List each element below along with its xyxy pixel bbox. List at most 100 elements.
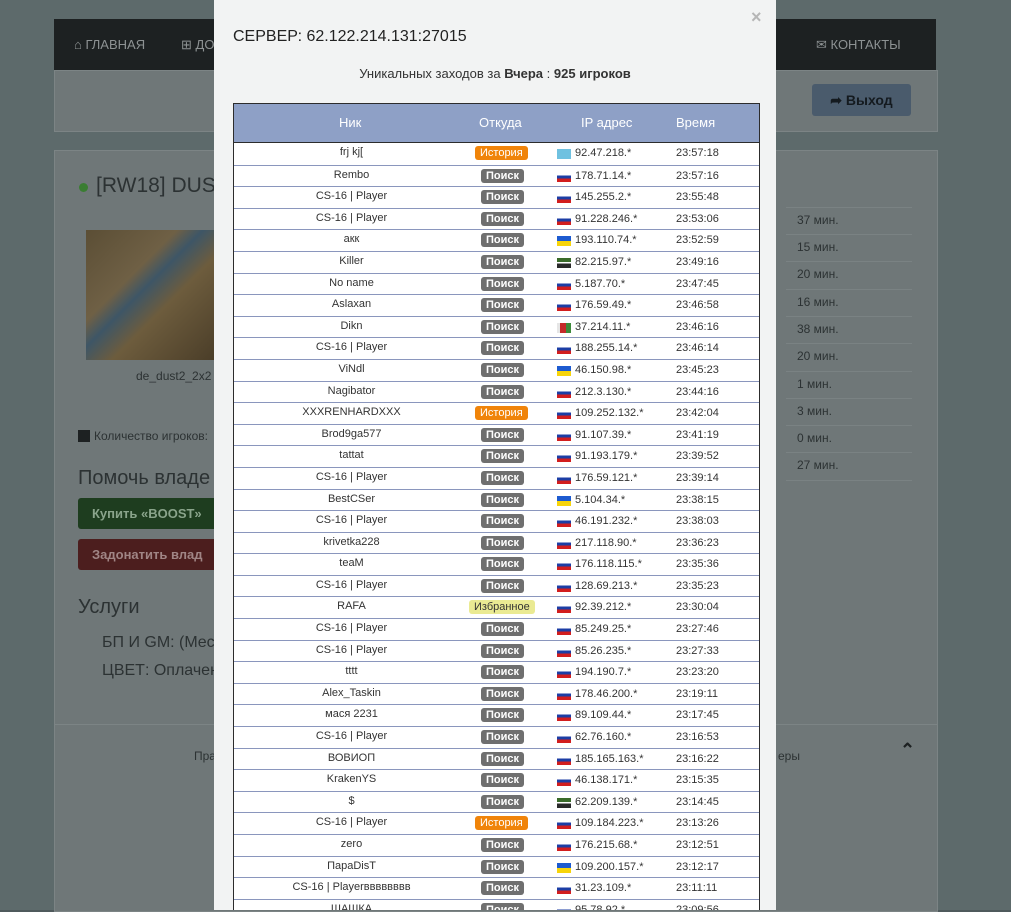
visit-time: 23:39:14 <box>676 471 719 484</box>
country-flag-icon <box>557 733 571 744</box>
table-row[interactable]: CS-16 | Player Поиск 85.249.25.* 23:27:46 <box>234 618 759 640</box>
table-row[interactable]: Dikn Поиск 37.214.11.* 23:46:16 <box>234 315 759 338</box>
table-row[interactable]: Brod9ga577 Поиск 91.107.39.* 23:41:19 <box>234 423 759 446</box>
table-row[interactable]: CS-16 | Player История 109.184.223.* 23:13:… <box>234 812 759 834</box>
session-duration: 27 мин. <box>797 458 839 472</box>
visit-time: 23:15:35 <box>676 774 719 787</box>
nav-add[interactable]: ⊞ ДО <box>181 19 214 70</box>
visit-time: 23:39:52 <box>676 450 719 463</box>
country-flag-icon <box>557 473 571 484</box>
table-row[interactable]: ВОВИОП Поиск 185.165.163.* 23:16:22 <box>234 747 759 770</box>
table-row[interactable]: $ Поиск 62.209.139.* 23:14:45 <box>234 790 759 813</box>
source-badge: Поиск <box>481 902 525 910</box>
player-nick: Dikn <box>340 319 363 332</box>
table-row[interactable]: мася 2231 Поиск 89.109.44.* 23:17:45 <box>234 704 759 726</box>
exit-button[interactable]: ➦ Выход <box>812 84 911 116</box>
source-badge: Поиск <box>481 535 525 550</box>
country-flag-icon <box>557 905 571 910</box>
col-ip[interactable]: IP адрес <box>581 104 632 142</box>
country-flag-icon <box>557 387 571 398</box>
table-row[interactable]: BestCSer Поиск 5.104.34.* 23:38:15 <box>234 488 759 511</box>
visit-time: 23:35:23 <box>676 579 719 592</box>
nav-contacts[interactable]: ✉ КОНТАКТЫ <box>816 19 901 70</box>
country-flag-icon <box>557 193 571 204</box>
duration-divider <box>786 452 912 453</box>
player-ip: 95.78.92.* <box>575 903 626 910</box>
country-flag-icon <box>557 538 571 549</box>
session-duration: 20 мин. <box>797 349 839 363</box>
visit-time: 23:42:04 <box>676 407 719 420</box>
player-nick: мася 2231 <box>325 708 378 721</box>
table-row[interactable]: tttt Поиск 194.190.7.* 23:23:20 <box>234 661 759 683</box>
source-badge: Поиск <box>481 449 525 464</box>
buy-boost-button[interactable]: Купить «BOOST» <box>78 498 218 529</box>
table-row[interactable]: CS-16 | Player Поиск 46.191.232.* 23:38:03 <box>234 510 759 532</box>
player-nick: Rembo <box>333 168 370 181</box>
table-row[interactable]: Killer Поиск 82.215.97.* 23:49:16 <box>234 250 759 273</box>
player-nick: CS-16 | Player <box>315 211 388 224</box>
table-row[interactable]: krivetka228 Поиск 217.118.90.* 23:36:23 <box>234 531 759 554</box>
session-duration: 20 мин. <box>797 267 839 281</box>
col-time[interactable]: Время <box>676 104 715 142</box>
table-row[interactable]: CS-16 | Player Поиск 176.59.121.* 23:39:14 <box>234 466 759 489</box>
player-ip: 109.200.157.* <box>575 860 644 873</box>
table-row[interactable]: Nagibator Поиск 212.3.130.* 23:44:16 <box>234 380 759 403</box>
table-row[interactable]: KrakenYS Поиск 46.138.171.* 23:15:35 <box>234 769 759 791</box>
source-badge: Поиск <box>481 708 525 723</box>
col-nick[interactable]: Ник <box>339 104 361 142</box>
player-nick: ViNdl <box>338 362 365 375</box>
player-nick: CS-16 | Player <box>315 622 388 635</box>
duration-divider <box>786 207 912 208</box>
table-row[interactable]: CS-16 | Player Поиск 62.76.160.* 23:16:53 <box>234 726 759 748</box>
player-nick: CS-16 | Player <box>315 578 388 591</box>
session-duration: 16 мин. <box>797 295 839 309</box>
nav-home[interactable]: ⌂ ГЛАВНАЯ <box>74 19 145 70</box>
table-row[interactable]: Alex_Taskin Поиск 178.46.200.* 23:19:11 <box>234 682 759 705</box>
country-flag-icon <box>557 797 571 808</box>
table-row[interactable]: CS-16 | Player Поиск 85.26.235.* 23:27:33 <box>234 639 759 662</box>
table-row[interactable]: Rembo Поиск 178.71.14.* 23:57:16 <box>234 164 759 187</box>
table-row[interactable]: ViNdl Поиск 46.150.98.* 23:45:23 <box>234 358 759 381</box>
player-ip: 188.255.14.* <box>575 342 638 355</box>
table-row[interactable]: ШАШКА Поиск 95.78.92.* 23:09:56 <box>234 898 759 910</box>
table-row[interactable]: ПараDisT Поиск 109.200.157.* 23:12:17 <box>234 855 759 878</box>
player-nick: CS-16 | Player <box>315 341 388 354</box>
chevron-up-icon[interactable]: ⌃ <box>900 740 915 761</box>
visit-time: 23:55:48 <box>676 191 719 204</box>
player-ip: 92.39.212.* <box>575 601 632 614</box>
source-badge: Поиск <box>481 751 525 766</box>
table-row[interactable]: Aslaxan Поиск 176.59.49.* 23:46:58 <box>234 294 759 316</box>
table-row[interactable]: No name Поиск 5.187.70.* 23:47:45 <box>234 272 759 295</box>
session-duration: 0 мин. <box>797 431 832 445</box>
table-row[interactable]: CS-16 | Player Поиск 91.228.246.* 23:53:06 <box>234 207 759 230</box>
table-row[interactable]: RAFA Избранное 92.39.212.* 23:30:04 <box>234 596 759 618</box>
table-row[interactable]: CS-16 | Playerвввввввв Поиск 31.23.109.* 23… <box>234 877 759 899</box>
player-ip: 176.59.49.* <box>575 299 632 312</box>
table-row[interactable]: XXXRENHARDXXX История 109.252.132.* 23:42:0… <box>234 402 759 424</box>
source-badge: Поиск <box>481 686 525 701</box>
server-name: [RW18] DUST <box>96 174 229 197</box>
visit-time: 23:52:59 <box>676 234 719 247</box>
table-row[interactable]: tattat Поиск 91.193.179.* 23:39:52 <box>234 445 759 467</box>
table-row[interactable]: CS-16 | Player Поиск 188.255.14.* 23:46:14 <box>234 337 759 359</box>
table-row[interactable]: акк Поиск 193.110.74.* 23:52:59 <box>234 229 759 251</box>
col-from[interactable]: Откуда <box>479 104 522 142</box>
country-flag-icon <box>557 409 571 420</box>
table-row[interactable]: teaM Поиск 176.118.115.* 23:35:36 <box>234 553 759 575</box>
player-nick: CS-16 | Playerвввввввв <box>292 881 411 894</box>
source-badge: История <box>475 816 528 831</box>
table-row[interactable]: zero Поиск 176.215.68.* 23:12:51 <box>234 834 759 856</box>
table-row[interactable]: CS-16 | Player Поиск 128.69.213.* 23:35:23 <box>234 574 759 597</box>
source-badge: История <box>475 406 528 421</box>
visit-time: 23:45:23 <box>676 363 719 376</box>
player-ip: 89.109.44.* <box>575 709 632 722</box>
close-icon[interactable]: × <box>751 7 762 28</box>
player-nick: ШАШКА <box>330 902 373 910</box>
subtitle-count: 925 игроков <box>553 66 631 81</box>
donate-button[interactable]: Задонатить влад <box>78 539 218 570</box>
source-badge: Поиск <box>481 190 525 205</box>
table-row[interactable]: CS-16 | Player Поиск 145.255.2.* 23:55:48 <box>234 186 759 208</box>
table-row[interactable]: frj kj[История 92.47.218.* 23:57:18 <box>234 143 759 165</box>
player-ip: 176.59.121.* <box>575 471 638 484</box>
visit-time: 23:57:18 <box>676 147 719 159</box>
